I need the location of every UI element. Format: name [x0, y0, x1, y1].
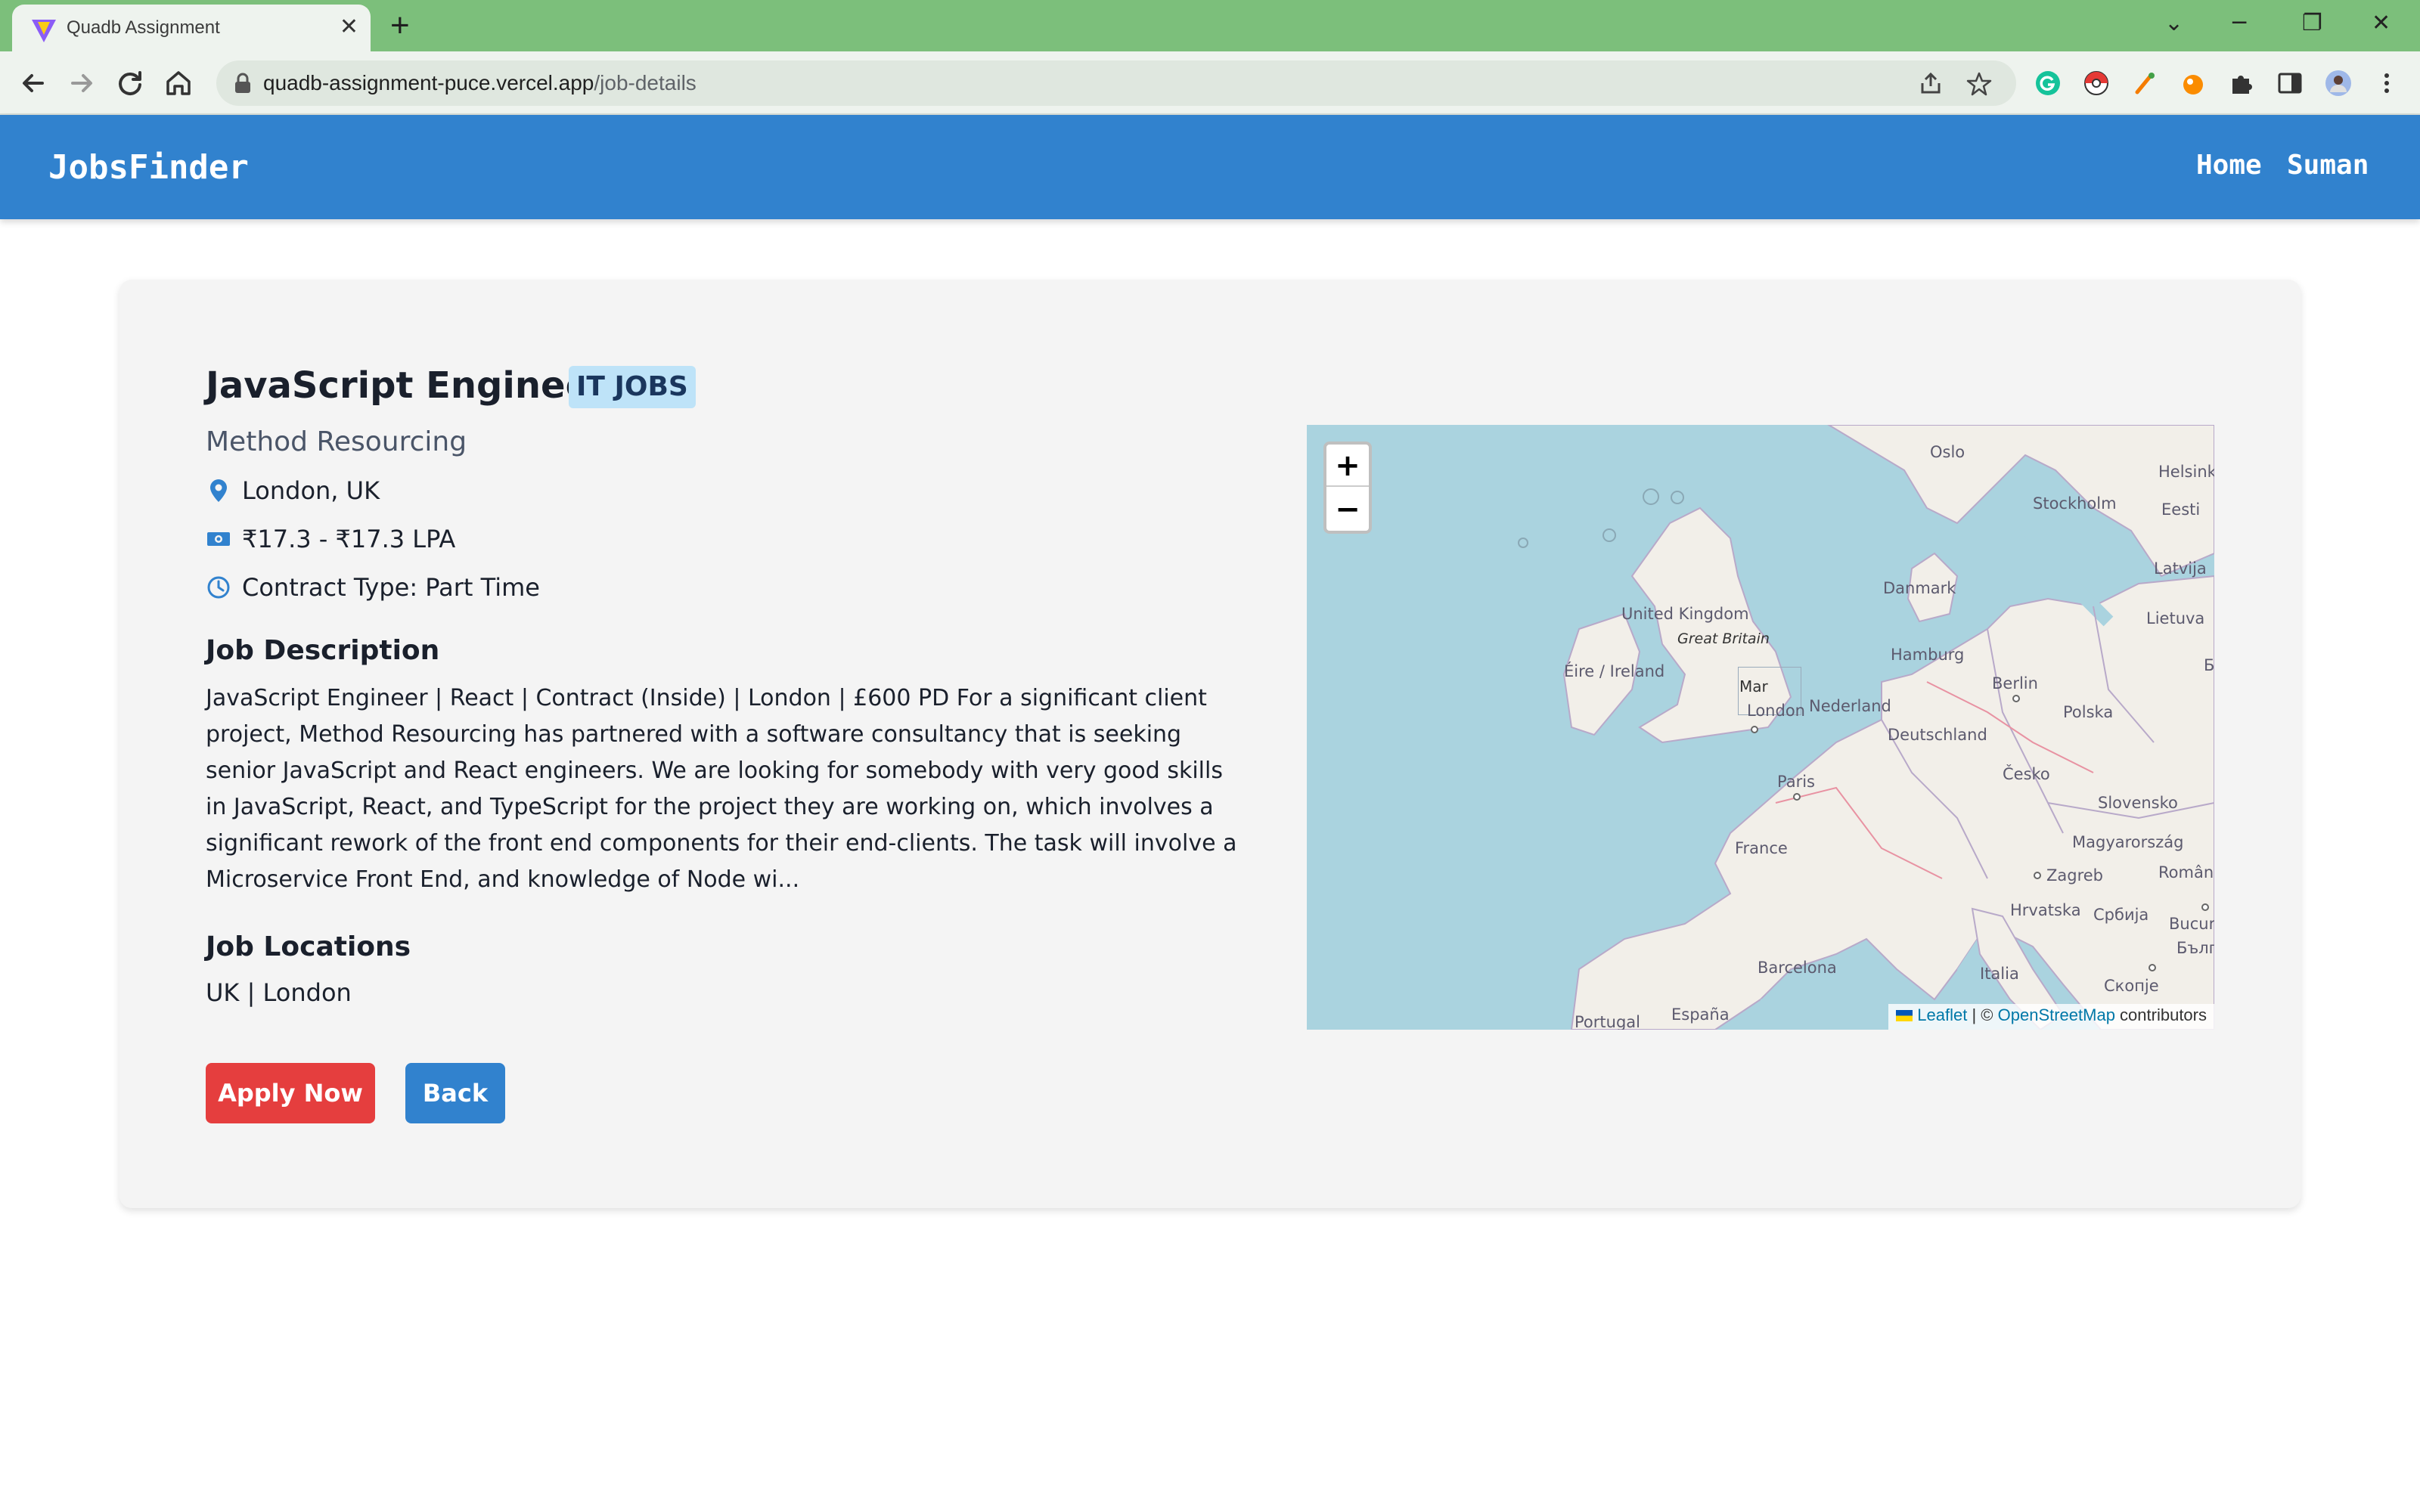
map-label-srbija: Србија — [2093, 906, 2149, 924]
openstreetmap-link[interactable]: OpenStreetMap — [1998, 1005, 2115, 1024]
map-label-slovensko: Slovensko — [2098, 794, 2178, 812]
category-badge: IT JOBS — [569, 366, 696, 408]
map-label-lietuva: Lietuva — [2146, 609, 2205, 627]
address-bar[interactable]: quadb-assignment-puce.vercel.app/job-det… — [216, 60, 2016, 106]
new-tab-button[interactable]: + — [390, 6, 410, 45]
zoom-out-button[interactable]: − — [1326, 488, 1369, 531]
map-label-nederland: Nederland — [1809, 697, 1891, 715]
minimize-icon[interactable]: ─ — [2232, 5, 2246, 42]
location-text: London, UK — [242, 476, 380, 505]
ukraine-flag-icon — [1896, 1010, 1913, 1021]
map-label-paris: Paris — [1777, 773, 1815, 791]
map-label-great-britain: Great Britain — [1677, 631, 1770, 647]
apply-now-button[interactable]: Apply Now — [206, 1063, 375, 1123]
job-location-map[interactable]: Oslo Helsink Stockholm Eesti Latvija Dan… — [1307, 425, 2214, 1030]
pokeball-extension-icon[interactable] — [2083, 70, 2110, 97]
map-label-france: France — [1735, 839, 1788, 857]
job-description-text: JavaScript Engineer | React | Contract (… — [206, 685, 1237, 893]
map-label-magyarorszag: Magyarország — [2072, 833, 2184, 851]
job-title: JavaScript Engineer — [206, 364, 608, 407]
tab-search-icon[interactable]: ⌄ — [2164, 5, 2183, 42]
browser-toolbar: quadb-assignment-puce.vercel.app/job-det… — [0, 51, 2420, 115]
map-label-eesti: Eesti — [2161, 500, 2201, 519]
map-label-italia: Italia — [1980, 965, 2019, 983]
job-description-heading: Job Description — [206, 635, 440, 666]
map-label-bulgaria: Българ — [2176, 939, 2214, 957]
map-label-espana: España — [1671, 1005, 1730, 1024]
reload-icon[interactable] — [112, 65, 148, 101]
browser-tab[interactable]: Quadb Assignment ✕ — [12, 5, 371, 51]
map-label-deutschland: Deutschland — [1888, 726, 1987, 744]
attribution-suffix: contributors — [2114, 1005, 2207, 1024]
app-header: JobsFinder Home Suman — [0, 115, 2420, 219]
map-label-polska: Polska — [2063, 703, 2114, 721]
map-label-london: London — [1747, 702, 1805, 720]
map-label-skopje: Скопје — [2104, 977, 2159, 995]
color-picker-extension-icon[interactable] — [2131, 70, 2158, 97]
location-pin-icon — [210, 479, 227, 502]
job-details-card: JavaScript Engineer IT JOBS Method Resou… — [119, 280, 2301, 1208]
leaflet-link[interactable]: Leaflet — [1917, 1005, 1967, 1024]
url-path: /job-details — [594, 71, 697, 94]
profile-avatar-icon[interactable] — [2325, 70, 2352, 97]
contract-type-text: Contract Type: Part Time — [242, 573, 540, 602]
salary-text: ₹17.3 - ₹17.3 LPA — [242, 525, 456, 553]
extensions-puzzle-icon[interactable] — [2228, 70, 2255, 97]
home-icon[interactable] — [160, 65, 197, 101]
attribution-separator: | © — [1967, 1005, 1998, 1024]
map-label-uk: United Kingdom — [1621, 605, 1749, 623]
restore-icon[interactable]: ❐ — [2302, 5, 2322, 42]
clock-icon — [207, 576, 230, 599]
map-marker-label: Mar — [1739, 677, 1768, 696]
back-arrow-icon[interactable] — [15, 65, 51, 101]
map-label-hrvatska: Hrvatska — [2010, 901, 2081, 919]
map-label-danmark: Danmark — [1883, 579, 1956, 597]
browser-tab-bar: Quadb Assignment ✕ + ⌄ ─ ❐ ✕ — [0, 0, 2420, 51]
map-label-helsinki: Helsink — [2158, 463, 2214, 481]
lock-icon[interactable] — [233, 73, 253, 94]
map-label-berlin: Berlin — [1992, 674, 2038, 692]
url-text[interactable]: quadb-assignment-puce.vercel.app/job-det… — [263, 71, 697, 95]
orange-extension-icon[interactable] — [2180, 70, 2207, 97]
side-panel-icon[interactable] — [2276, 70, 2304, 97]
map-attribution: Leaflet | © OpenStreetMap contributors — [1888, 1004, 2214, 1030]
map-label-hamburg: Hamburg — [1891, 646, 1965, 664]
vite-favicon-icon — [32, 20, 56, 42]
map-label-ireland: Éire / Ireland — [1564, 662, 1665, 680]
map-label-cesko: Česko — [2003, 765, 2050, 783]
map-label-edge: Б — [2204, 656, 2214, 674]
map-label-oslo: Oslo — [1930, 443, 1965, 461]
grammarly-icon[interactable] — [2034, 70, 2062, 97]
map-tiles[interactable] — [1307, 425, 2214, 1030]
map-label-zagreb: Zagreb — [2046, 866, 2104, 885]
brand-logo[interactable]: JobsFinder — [48, 148, 249, 187]
nav-user-link[interactable]: Suman — [2287, 150, 2369, 181]
forward-arrow-icon[interactable] — [64, 65, 100, 101]
nav-home-link[interactable]: Home — [2196, 150, 2262, 181]
map-label-barcelona: Barcelona — [1758, 959, 1837, 977]
bookmark-star-icon[interactable] — [1966, 71, 1992, 97]
map-label-bucuresti: Bucur — [2169, 915, 2214, 933]
share-icon[interactable] — [1918, 71, 1944, 97]
map-zoom-control: + − — [1323, 442, 1372, 534]
window-close-icon[interactable]: ✕ — [2372, 5, 2391, 42]
company-name: Method Resourcing — [206, 426, 467, 457]
browser-menu-icon[interactable] — [2373, 70, 2400, 97]
job-locations-text: UK | London — [206, 978, 352, 1007]
job-locations-heading: Job Locations — [206, 931, 411, 962]
map-label-portugal: Portugal — [1575, 1013, 1640, 1030]
url-host: quadb-assignment-puce.vercel.app — [263, 71, 594, 94]
zoom-in-button[interactable]: + — [1326, 445, 1369, 487]
map-label-romania: România — [2158, 863, 2214, 881]
tab-close-icon[interactable]: ✕ — [340, 14, 358, 41]
map-label-latvija: Latvija — [2154, 559, 2207, 578]
map-label-stockholm: Stockholm — [2033, 494, 2117, 513]
back-button[interactable]: Back — [405, 1063, 505, 1123]
tab-title: Quadb Assignment — [67, 17, 220, 38]
money-bill-icon — [207, 532, 230, 546]
